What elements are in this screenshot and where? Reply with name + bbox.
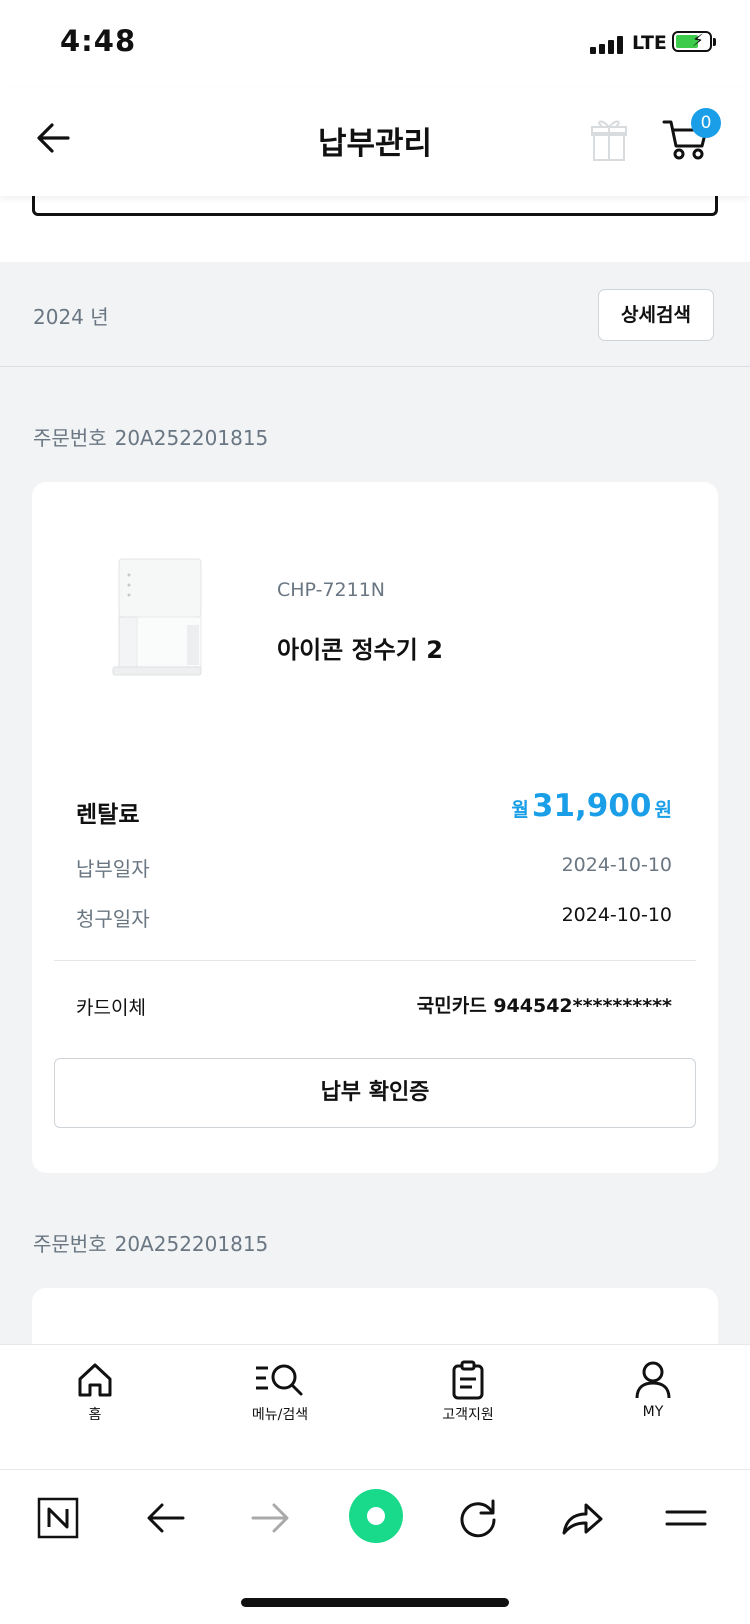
nav-my-label: MY bbox=[642, 1404, 664, 1420]
menu-search-icon bbox=[256, 1364, 303, 1396]
order-label: 주문번호 bbox=[33, 1232, 107, 1256]
green-dot-icon bbox=[349, 1489, 403, 1543]
nav-home-label: 홈 bbox=[88, 1407, 102, 1423]
naver-home-button[interactable] bbox=[30, 1490, 86, 1546]
nav-my[interactable]: MY bbox=[578, 1360, 728, 1420]
status-time: 4:48 bbox=[60, 24, 137, 58]
bill-date-label: 청구일자 bbox=[76, 907, 150, 931]
home-indicator bbox=[241, 1598, 509, 1607]
page-title: 납부관리 bbox=[317, 126, 433, 162]
refresh-icon bbox=[460, 1499, 496, 1538]
payment-receipt-button[interactable]: 납부 확인증 bbox=[54, 1058, 696, 1128]
user-icon bbox=[635, 1361, 671, 1399]
order-number: 20A252201815 bbox=[114, 426, 269, 450]
fee-prefix: 월 bbox=[511, 799, 529, 821]
naver-icon bbox=[37, 1497, 79, 1539]
order-label: 주문번호 bbox=[33, 426, 107, 450]
nav-support-label: 고객지원 bbox=[442, 1407, 494, 1423]
bill-date-value: 2024-10-10 bbox=[561, 904, 672, 926]
battery-tip bbox=[713, 38, 716, 46]
product-model: CHP-7211N bbox=[277, 579, 386, 601]
paid-date-label: 납부일자 bbox=[76, 857, 150, 881]
divider bbox=[0, 366, 750, 367]
nav-menu-search[interactable]: 메뉴/검색 bbox=[205, 1360, 355, 1424]
pay-method-label: 카드이체 bbox=[76, 997, 146, 1019]
order-number: 20A252201815 bbox=[114, 1232, 269, 1256]
green-dot-button[interactable] bbox=[346, 1486, 406, 1546]
home-icon bbox=[78, 1363, 112, 1397]
cart-count-badge: 0 bbox=[691, 108, 721, 138]
signal-icon bbox=[590, 36, 624, 54]
clipboard-icon bbox=[452, 1360, 484, 1400]
order-number-label-2: 주문번호 20A252201815 bbox=[33, 1228, 268, 1257]
pay-method-value: 국민카드 944542********** bbox=[416, 995, 672, 1017]
browser-forward-button[interactable] bbox=[242, 1490, 298, 1546]
nav-menu-search-label: 메뉴/검색 bbox=[251, 1407, 309, 1423]
water-purifier-image bbox=[105, 555, 205, 679]
year-label: 2024 년 bbox=[33, 305, 109, 329]
menu-icon bbox=[665, 1510, 707, 1526]
card-divider bbox=[54, 960, 696, 961]
browser-back-button[interactable] bbox=[138, 1490, 194, 1546]
nav-support[interactable]: 고객지원 bbox=[393, 1360, 543, 1424]
forward-arrow-icon bbox=[251, 1503, 289, 1533]
gift-button[interactable] bbox=[590, 113, 628, 163]
rental-fee-label: 렌탈료 bbox=[76, 802, 140, 828]
paid-date-value: 2024-10-10 bbox=[561, 854, 672, 876]
fee-suffix: 원 bbox=[654, 799, 672, 821]
battery-icon: ⚡ bbox=[672, 31, 712, 52]
network-type: LTE bbox=[632, 32, 667, 54]
browser-menu-button[interactable] bbox=[658, 1490, 714, 1546]
refresh-button[interactable] bbox=[450, 1490, 506, 1546]
fee-amount: 31,900 bbox=[531, 788, 652, 824]
back-arrow-icon bbox=[147, 1503, 185, 1533]
back-button[interactable] bbox=[34, 118, 74, 158]
share-button[interactable] bbox=[554, 1490, 610, 1546]
gift-icon bbox=[591, 120, 627, 161]
order-number-label: 주문번호 20A252201815 bbox=[33, 422, 268, 451]
rental-fee-value: 월31,900 원 bbox=[511, 788, 672, 824]
back-arrow-icon bbox=[37, 123, 70, 153]
share-icon bbox=[562, 1503, 603, 1535]
detail-search-button[interactable]: 상세검색 bbox=[598, 289, 714, 341]
product-name: 아이콘 정수기 2 bbox=[277, 636, 443, 664]
nav-home[interactable]: 홈 bbox=[20, 1360, 170, 1424]
